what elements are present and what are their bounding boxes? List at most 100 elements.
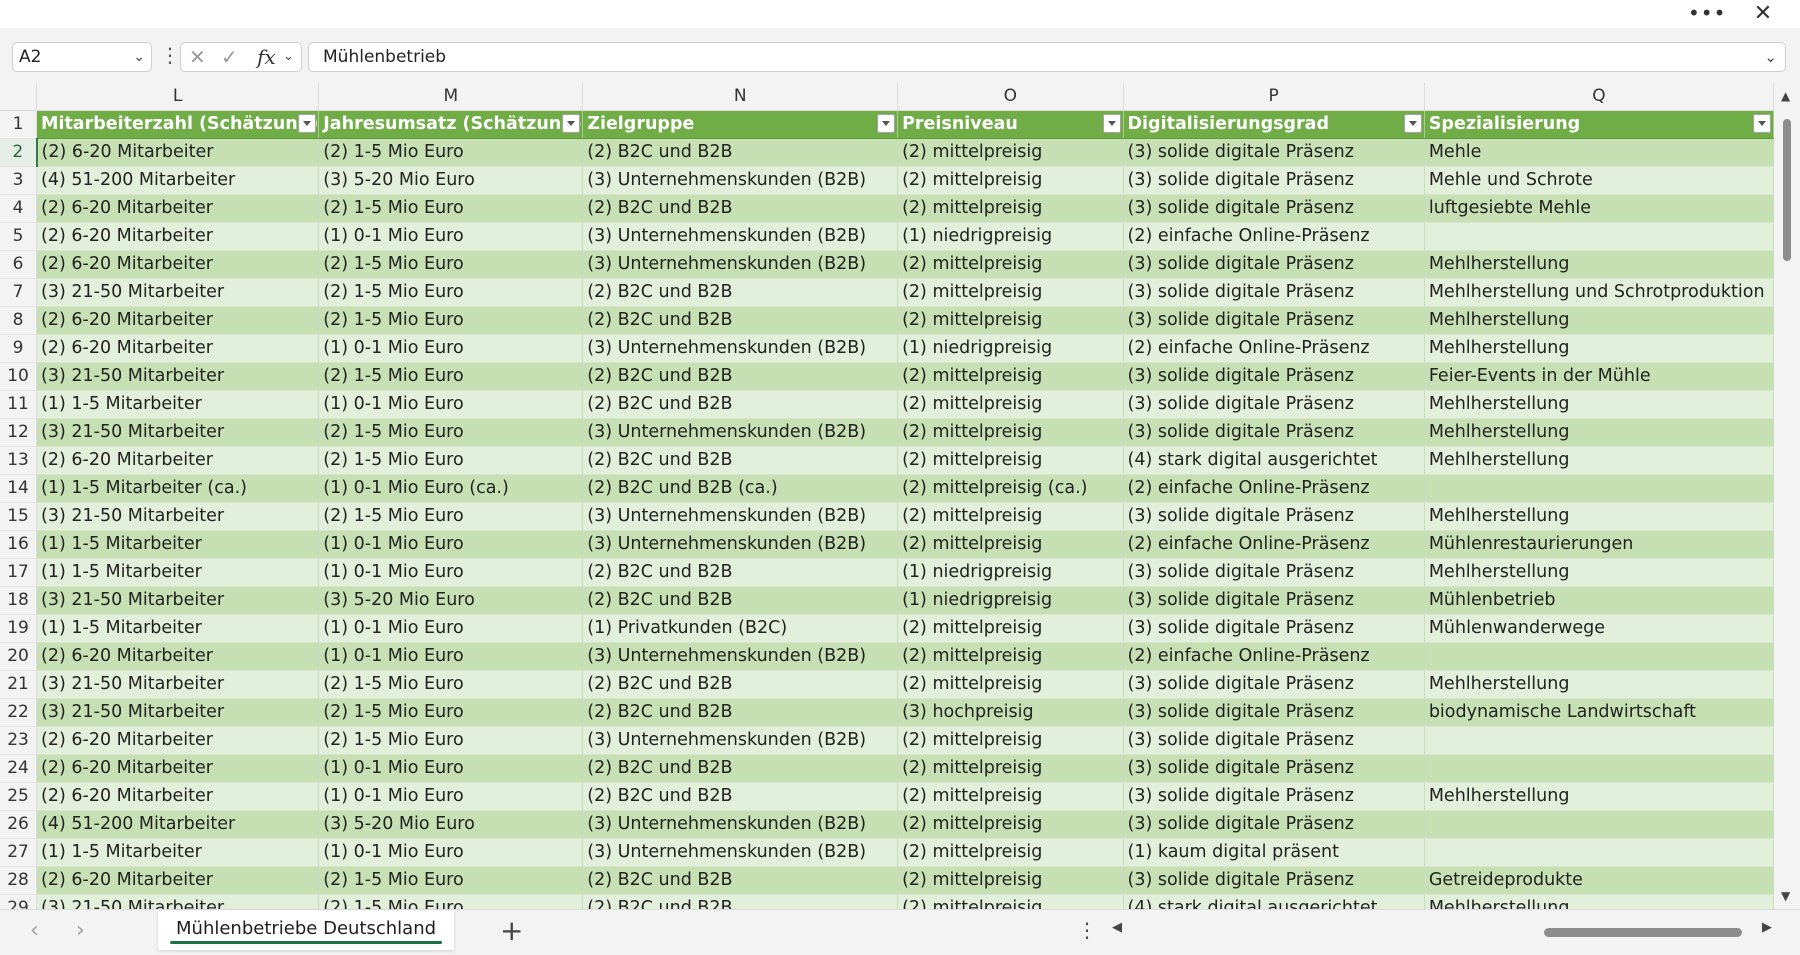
row-number[interactable]: 16 bbox=[0, 530, 38, 559]
previous-sheet-icon[interactable]: ‹ bbox=[30, 918, 39, 943]
table-cell[interactable]: (2) B2C und B2B bbox=[582, 586, 899, 615]
row-number[interactable]: 18 bbox=[0, 586, 38, 615]
table-cell[interactable]: (3) solide digitale Präsenz bbox=[1123, 502, 1425, 531]
table-cell[interactable]: (3) solide digitale Präsenz bbox=[1123, 670, 1425, 699]
table-cell[interactable]: Mühlenrestaurierungen bbox=[1424, 530, 1774, 559]
table-cell[interactable]: (1) niedrigpreisig bbox=[897, 586, 1124, 615]
table-cell[interactable]: (2) einfache Online-Präsenz bbox=[1123, 474, 1425, 503]
vertical-scroll-thumb[interactable] bbox=[1783, 119, 1791, 261]
header-cell[interactable]: Jahresumsatz (Schätzung) bbox=[318, 110, 584, 139]
scroll-right-icon[interactable]: ▶ bbox=[1762, 920, 1772, 935]
table-cell[interactable]: Mehlherstellung bbox=[1424, 390, 1774, 419]
table-cell[interactable]: (1) 1-5 Mitarbeiter bbox=[36, 614, 320, 643]
table-cell[interactable]: Mehlherstellung bbox=[1424, 894, 1774, 909]
row-number[interactable]: 23 bbox=[0, 726, 38, 755]
table-cell[interactable]: (3) Unternehmenskunden (B2B) bbox=[582, 418, 899, 447]
row-number[interactable]: 12 bbox=[0, 418, 38, 447]
table-cell[interactable]: (1) 0-1 Mio Euro bbox=[318, 782, 584, 811]
table-cell[interactable]: (1) 1-5 Mitarbeiter bbox=[36, 530, 320, 559]
table-cell[interactable]: (2) mittelpreisig bbox=[897, 390, 1124, 419]
table-cell[interactable]: (2) einfache Online-Präsenz bbox=[1123, 642, 1425, 671]
table-cell[interactable]: Mehlherstellung bbox=[1424, 558, 1774, 587]
table-cell[interactable]: Mehlherstellung bbox=[1424, 670, 1774, 699]
table-cell[interactable]: (3) 21-50 Mitarbeiter bbox=[36, 362, 320, 391]
table-cell[interactable]: (2) 1-5 Mio Euro bbox=[318, 726, 584, 755]
table-cell[interactable]: (2) mittelpreisig bbox=[897, 502, 1124, 531]
row-number[interactable]: 9 bbox=[0, 334, 38, 363]
row-number[interactable]: 22 bbox=[0, 698, 38, 727]
table-cell[interactable]: (2) B2C und B2B bbox=[582, 894, 899, 909]
table-cell[interactable] bbox=[1424, 474, 1774, 503]
row-number[interactable]: 1 bbox=[0, 110, 38, 139]
table-cell[interactable]: (2) mittelpreisig bbox=[897, 614, 1124, 643]
table-cell[interactable]: (2) 1-5 Mio Euro bbox=[318, 418, 584, 447]
table-cell[interactable]: (2) B2C und B2B bbox=[582, 138, 899, 167]
table-cell[interactable]: (1) 1-5 Mitarbeiter bbox=[36, 558, 320, 587]
table-cell[interactable]: Mehlherstellung bbox=[1424, 306, 1774, 335]
table-cell[interactable]: (2) 1-5 Mio Euro bbox=[318, 866, 584, 895]
vertical-scrollbar[interactable]: ▲ ▼ bbox=[1774, 83, 1800, 909]
table-cell[interactable]: (1) 0-1 Mio Euro bbox=[318, 754, 584, 783]
table-cell[interactable]: (1) 0-1 Mio Euro bbox=[318, 642, 584, 671]
table-cell[interactable]: (3) solide digitale Präsenz bbox=[1123, 418, 1425, 447]
filter-dropdown-icon[interactable] bbox=[1403, 114, 1422, 133]
table-cell[interactable]: (2) 6-20 Mitarbeiter bbox=[36, 782, 320, 811]
table-cell[interactable]: (3) 5-20 Mio Euro bbox=[318, 810, 584, 839]
close-icon[interactable]: ✕ bbox=[1746, 1, 1780, 27]
table-cell[interactable]: (2) 1-5 Mio Euro bbox=[318, 250, 584, 279]
table-cell[interactable]: (2) 6-20 Mitarbeiter bbox=[36, 306, 320, 335]
table-cell[interactable]: (3) Unternehmenskunden (B2B) bbox=[582, 166, 899, 195]
table-cell[interactable]: luftgesiebte Mehle bbox=[1424, 194, 1774, 223]
table-cell[interactable]: (2) B2C und B2B bbox=[582, 446, 899, 475]
table-cell[interactable]: (2) mittelpreisig bbox=[897, 810, 1124, 839]
table-cell[interactable] bbox=[1424, 222, 1774, 251]
table-cell[interactable]: (2) 1-5 Mio Euro bbox=[318, 138, 584, 167]
table-cell[interactable]: (3) solide digitale Präsenz bbox=[1123, 810, 1425, 839]
table-cell[interactable]: Mehle und Schrote bbox=[1424, 166, 1774, 195]
table-cell[interactable]: Mehle bbox=[1424, 138, 1774, 167]
enter-icon[interactable]: ✓ bbox=[221, 43, 238, 71]
table-cell[interactable]: (2) 1-5 Mio Euro bbox=[318, 502, 584, 531]
table-cell[interactable]: (2) 6-20 Mitarbeiter bbox=[36, 334, 320, 363]
select-all-corner[interactable] bbox=[0, 83, 38, 111]
table-cell[interactable]: (2) 1-5 Mio Euro bbox=[318, 306, 584, 335]
table-cell[interactable]: (2) einfache Online-Präsenz bbox=[1123, 222, 1425, 251]
row-number[interactable]: 10 bbox=[0, 362, 38, 391]
table-cell[interactable]: (3) solide digitale Präsenz bbox=[1123, 390, 1425, 419]
name-box[interactable]: A2 ⌄ bbox=[12, 42, 152, 72]
table-cell[interactable]: (2) 6-20 Mitarbeiter bbox=[36, 642, 320, 671]
table-cell[interactable]: (3) Unternehmenskunden (B2B) bbox=[582, 642, 899, 671]
column-header-L[interactable]: L bbox=[36, 83, 320, 111]
table-cell[interactable]: (2) 1-5 Mio Euro bbox=[318, 446, 584, 475]
row-number[interactable]: 25 bbox=[0, 782, 38, 811]
table-cell[interactable]: (3) Unternehmenskunden (B2B) bbox=[582, 726, 899, 755]
table-cell[interactable]: (3) solide digitale Präsenz bbox=[1123, 754, 1425, 783]
add-sheet-button[interactable]: + bbox=[500, 914, 523, 947]
header-cell[interactable]: Zielgruppe bbox=[582, 110, 899, 139]
row-number[interactable]: 3 bbox=[0, 166, 38, 195]
row-number[interactable]: 28 bbox=[0, 866, 38, 895]
spreadsheet-grid[interactable]: LMNOPQ 1 Mitarbeiterzahl (Schätzung) Jahr… bbox=[0, 83, 1774, 909]
row-number[interactable]: 6 bbox=[0, 250, 38, 279]
table-cell[interactable]: Mehlherstellung bbox=[1424, 334, 1774, 363]
table-cell[interactable]: (2) B2C und B2B bbox=[582, 782, 899, 811]
table-cell[interactable]: (3) 5-20 Mio Euro bbox=[318, 586, 584, 615]
table-cell[interactable]: (1) 0-1 Mio Euro (ca.) bbox=[318, 474, 584, 503]
table-cell[interactable]: (2) B2C und B2B bbox=[582, 194, 899, 223]
row-number[interactable]: 11 bbox=[0, 390, 38, 419]
table-cell[interactable]: (2) B2C und B2B bbox=[582, 278, 899, 307]
more-options-icon[interactable]: ••• bbox=[1688, 2, 1725, 26]
column-header-P[interactable]: P bbox=[1123, 83, 1425, 111]
table-cell[interactable] bbox=[1424, 754, 1774, 783]
horizontal-scroll-thumb[interactable] bbox=[1544, 928, 1742, 937]
table-cell[interactable]: (1) niedrigpreisig bbox=[897, 558, 1124, 587]
table-cell[interactable]: (3) Unternehmenskunden (B2B) bbox=[582, 530, 899, 559]
table-cell[interactable]: (2) 6-20 Mitarbeiter bbox=[36, 866, 320, 895]
table-cell[interactable]: (2) 1-5 Mio Euro bbox=[318, 670, 584, 699]
table-cell[interactable]: (3) solide digitale Präsenz bbox=[1123, 194, 1425, 223]
table-cell[interactable]: (2) mittelpreisig bbox=[897, 446, 1124, 475]
table-cell[interactable]: (2) B2C und B2B bbox=[582, 362, 899, 391]
table-cell[interactable]: Mehlherstellung und Schrotproduktion bbox=[1424, 278, 1774, 307]
table-cell[interactable]: (1) niedrigpreisig bbox=[897, 222, 1124, 251]
table-cell[interactable]: (2) B2C und B2B bbox=[582, 754, 899, 783]
